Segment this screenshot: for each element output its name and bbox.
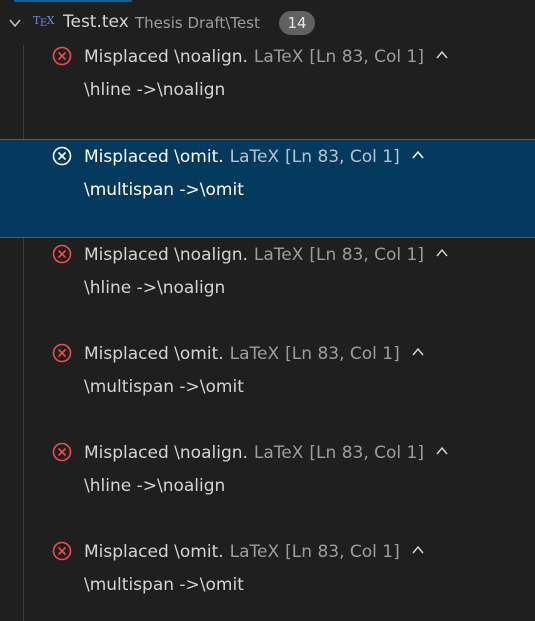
problem-location: [Ln 83, Col 1]	[285, 344, 400, 364]
problem-item[interactable]: Misplaced \omit. LaTeX [Ln 83, Col 1] \mul…	[0, 337, 535, 436]
problem-location: [Ln 83, Col 1]	[285, 542, 400, 562]
problem-message: Misplaced \noalign.	[84, 443, 248, 463]
chevron-up-icon[interactable]	[410, 344, 426, 360]
error-icon	[52, 541, 72, 561]
file-name: Test.tex	[63, 12, 129, 32]
error-icon	[52, 343, 72, 363]
problem-source: LaTeX	[229, 147, 280, 167]
problem-item[interactable]: Misplaced \noalign. LaTeX [Ln 83, Col 1] \…	[0, 436, 535, 535]
problem-source: LaTeX	[229, 344, 280, 364]
chevron-up-icon[interactable]	[410, 147, 426, 163]
problem-message: Misplaced \omit.	[84, 542, 224, 562]
problem-source: LaTeX	[229, 542, 280, 562]
problem-source: LaTeX	[253, 443, 304, 463]
problem-location: [Ln 83, Col 1]	[309, 245, 424, 265]
chevron-up-icon[interactable]	[434, 443, 450, 459]
error-icon	[52, 442, 72, 462]
error-icon	[52, 244, 72, 264]
problem-message: Misplaced \noalign.	[84, 245, 248, 265]
file-group-header[interactable]: TEX Test.tex Thesis Draft\Test 14	[0, 0, 535, 45]
problem-message: Misplaced \noalign.	[84, 47, 248, 67]
error-icon	[52, 46, 72, 66]
problem-detail: \hline ->\noalign	[84, 476, 226, 496]
problem-detail: \multispan ->\omit	[84, 575, 244, 595]
problem-item[interactable]: Misplaced \noalign. LaTeX [Ln 83, Col 1] \…	[0, 40, 535, 139]
problem-location: [Ln 83, Col 1]	[309, 443, 424, 463]
problem-item[interactable]: Misplaced \omit. LaTeX [Ln 83, Col 1] \mul…	[0, 535, 535, 621]
chevron-up-icon[interactable]	[434, 245, 450, 261]
problem-message: Misplaced \omit.	[84, 147, 224, 167]
problem-location: [Ln 83, Col 1]	[285, 147, 400, 167]
problem-location: [Ln 83, Col 1]	[309, 47, 424, 67]
problem-detail: \multispan ->\omit	[84, 180, 244, 200]
chevron-up-icon[interactable]	[434, 47, 450, 63]
tex-file-icon: TEX	[33, 14, 55, 29]
problem-source: LaTeX	[253, 47, 304, 67]
error-icon	[52, 146, 72, 166]
chevron-up-icon[interactable]	[410, 542, 426, 558]
problem-count-badge: 14	[279, 11, 315, 35]
problem-detail: \hline ->\noalign	[84, 278, 226, 298]
chevron-down-icon[interactable]	[8, 16, 22, 30]
problem-item[interactable]: Misplaced \noalign. LaTeX [Ln 83, Col 1] \…	[0, 238, 535, 337]
file-path: Thesis Draft\Test	[135, 14, 260, 32]
problem-detail: \multispan ->\omit	[84, 377, 244, 397]
problem-detail: \hline ->\noalign	[84, 80, 226, 100]
problem-source: LaTeX	[253, 245, 304, 265]
problem-item-selected[interactable]: Misplaced \omit. LaTeX [Ln 83, Col 1] \mul…	[0, 139, 535, 238]
problem-message: Misplaced \omit.	[84, 344, 224, 364]
